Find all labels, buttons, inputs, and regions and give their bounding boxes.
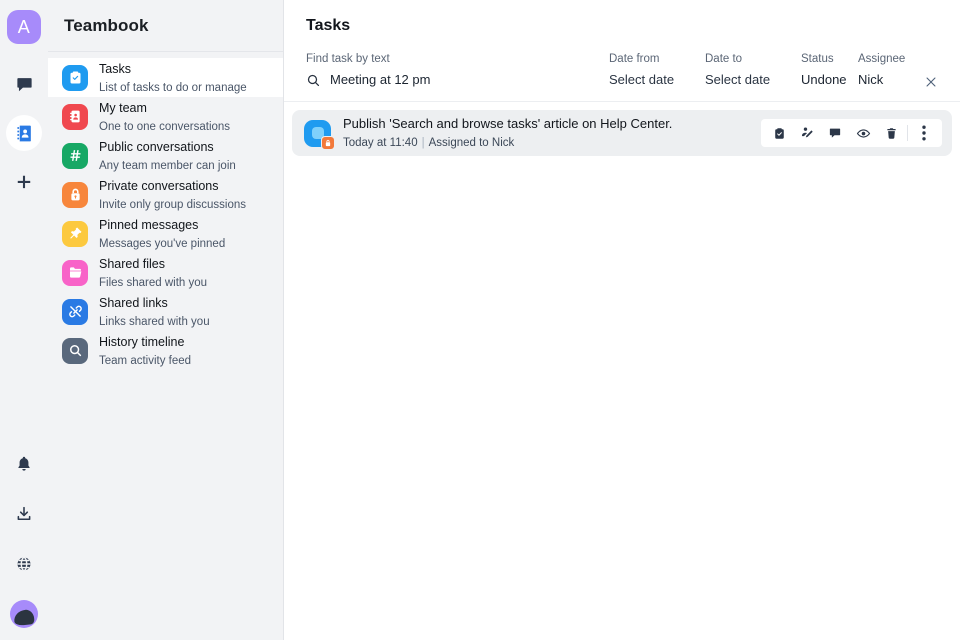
sidebar-item-subtitle: Team activity feed — [99, 354, 192, 367]
sidebar-item-title: Shared links — [99, 295, 168, 310]
sidebar-item-subtitle: Invite only group discussions — [99, 198, 247, 211]
search-row[interactable]: Meeting at 12 pm — [306, 71, 609, 89]
task-title: Publish 'Search and browse tasks' articl… — [343, 116, 673, 131]
sidebar-item-title: History timeline — [99, 334, 185, 349]
assignee-filter[interactable]: Assignee Nick — [858, 52, 918, 89]
more-options-icon[interactable] — [910, 122, 938, 144]
search-label: Find task by text — [306, 53, 390, 65]
clear-filters-button[interactable] — [918, 69, 944, 95]
sidebar-item-subtitle: List of tasks to do or manage — [99, 81, 247, 94]
search-input[interactable]: Meeting at 12 pm — [330, 71, 430, 89]
sidebar-item-title: Pinned messages — [99, 217, 199, 232]
sidebar-item-text: History timeline Team activity feed — [99, 333, 191, 369]
sidebar-item-shared-files[interactable]: Shared files Files shared with you — [48, 253, 283, 292]
sidebar-item-text: Shared links Links shared with you — [99, 294, 210, 330]
status-value[interactable]: Undone — [801, 71, 858, 89]
sidebar-item-subtitle: Any team member can join — [99, 159, 236, 172]
task-type-badge — [304, 119, 335, 150]
sidebar-item-private-conversations[interactable]: Private conversations Invite only group … — [48, 175, 283, 214]
sidebar-item-title: Public conversations — [99, 139, 214, 154]
download-icon[interactable] — [6, 496, 42, 532]
task-actions — [761, 119, 942, 147]
sidebar-item-subtitle: Files shared with you — [99, 276, 208, 289]
rail-top-group: A — [6, 10, 42, 213]
sidebar-item-title: My team — [99, 100, 147, 115]
search-filter[interactable]: Find task by text Meeting at 12 pm — [306, 52, 609, 89]
date-to-value[interactable]: Select date — [705, 71, 801, 89]
task-list: Publish 'Search and browse tasks' articl… — [284, 102, 960, 640]
sidebar-item-text: Shared files Files shared with you — [99, 255, 207, 291]
app-logo-mark — [10, 600, 38, 628]
comment-icon[interactable] — [821, 122, 849, 144]
sidebar-item-subtitle: Links shared with you — [99, 315, 210, 328]
task-assignee: Assigned to Nick — [428, 137, 515, 149]
lock-icon — [62, 181, 88, 208]
close-icon — [926, 77, 936, 87]
globe-icon[interactable] — [6, 546, 42, 582]
app-logo-shape — [13, 608, 35, 627]
task-date: Today at 11:40 — [343, 137, 418, 149]
pin-icon — [62, 220, 88, 247]
sidebar-item-tasks[interactable]: Tasks List of tasks to do or manage — [48, 58, 283, 97]
chat-icon[interactable] — [6, 66, 42, 102]
filter-bar: Find task by text Meeting at 12 pm Date … — [284, 52, 960, 102]
rail-bottom-group — [6, 446, 42, 632]
sidebar-item-text: Tasks List of tasks to do or manage — [99, 60, 247, 96]
sidebar: Teambook Tasks List of tasks to do or ma… — [48, 0, 284, 640]
folder-icon — [62, 259, 88, 286]
private-lock-badge-icon — [321, 135, 335, 150]
sidebar-nav-list: Tasks List of tasks to do or manage My t… — [48, 52, 283, 370]
sidebar-item-text: Public conversations Any team member can… — [99, 138, 236, 174]
date-from-filter[interactable]: Date from Select date — [609, 52, 705, 89]
sidebar-item-title: Shared files — [99, 256, 166, 271]
icon-rail: A — [0, 0, 48, 640]
avatar[interactable]: A — [7, 10, 41, 44]
main-panel: Tasks Find task by text Meeting at 12 pm… — [284, 0, 960, 640]
sidebar-item-my-team[interactable]: My team One to one conversations — [48, 97, 283, 136]
assignee-label: Assignee — [858, 53, 906, 65]
date-from-value[interactable]: Select date — [609, 71, 705, 89]
sidebar-title: Teambook — [64, 15, 149, 35]
sidebar-item-title: Tasks — [99, 61, 131, 76]
task-content: Publish 'Search and browse tasks' articl… — [343, 115, 749, 151]
delete-icon[interactable] — [877, 122, 905, 144]
search-icon — [307, 74, 320, 86]
link-icon — [62, 298, 88, 325]
sidebar-item-title: Private conversations — [99, 178, 219, 193]
reassign-task-icon[interactable] — [793, 122, 821, 144]
sidebar-item-pinned-messages[interactable]: Pinned messages Messages you've pinned — [48, 214, 283, 253]
sidebar-item-text: My team One to one conversations — [99, 99, 230, 135]
contacts-icon[interactable] — [6, 115, 42, 151]
date-to-label: Date to — [705, 53, 743, 65]
sidebar-item-subtitle: Messages you've pinned — [99, 237, 226, 250]
hash-icon — [62, 142, 88, 169]
plus-icon[interactable] — [6, 164, 42, 200]
watch-icon[interactable] — [849, 122, 877, 144]
status-filter[interactable]: Status Undone — [801, 52, 858, 89]
page-title: Tasks — [306, 17, 351, 34]
address-book-icon — [62, 103, 88, 130]
sidebar-item-subtitle: One to one conversations — [99, 120, 231, 133]
sidebar-item-text: Private conversations Invite only group … — [99, 177, 246, 213]
clipboard-check-icon — [62, 64, 88, 91]
table-row[interactable]: Publish 'Search and browse tasks' articl… — [292, 110, 952, 156]
app-root: A Teambook Tasks List of tasks to do or … — [0, 0, 960, 640]
sidebar-item-public-conversations[interactable]: Public conversations Any team member can… — [48, 136, 283, 175]
sidebar-item-shared-links[interactable]: Shared links Links shared with you — [48, 292, 283, 331]
search-icon — [62, 337, 88, 364]
sidebar-item-text: Pinned messages Messages you've pinned — [99, 216, 225, 252]
actions-divider — [907, 125, 908, 141]
complete-task-icon[interactable] — [765, 122, 793, 144]
task-meta: Today at 11:40 | Assigned to Nick — [343, 137, 514, 149]
main-header: Tasks — [284, 0, 960, 52]
sidebar-item-history-timeline[interactable]: History timeline Team activity feed — [48, 331, 283, 370]
date-to-filter[interactable]: Date to Select date — [705, 52, 801, 89]
date-from-label: Date from — [609, 53, 660, 65]
task-meta-separator: | — [421, 137, 425, 149]
sidebar-header: Teambook — [48, 0, 283, 52]
status-label: Status — [801, 53, 834, 65]
assignee-value[interactable]: Nick — [858, 71, 918, 89]
app-logo[interactable] — [6, 596, 42, 632]
bell-icon[interactable] — [6, 446, 42, 482]
